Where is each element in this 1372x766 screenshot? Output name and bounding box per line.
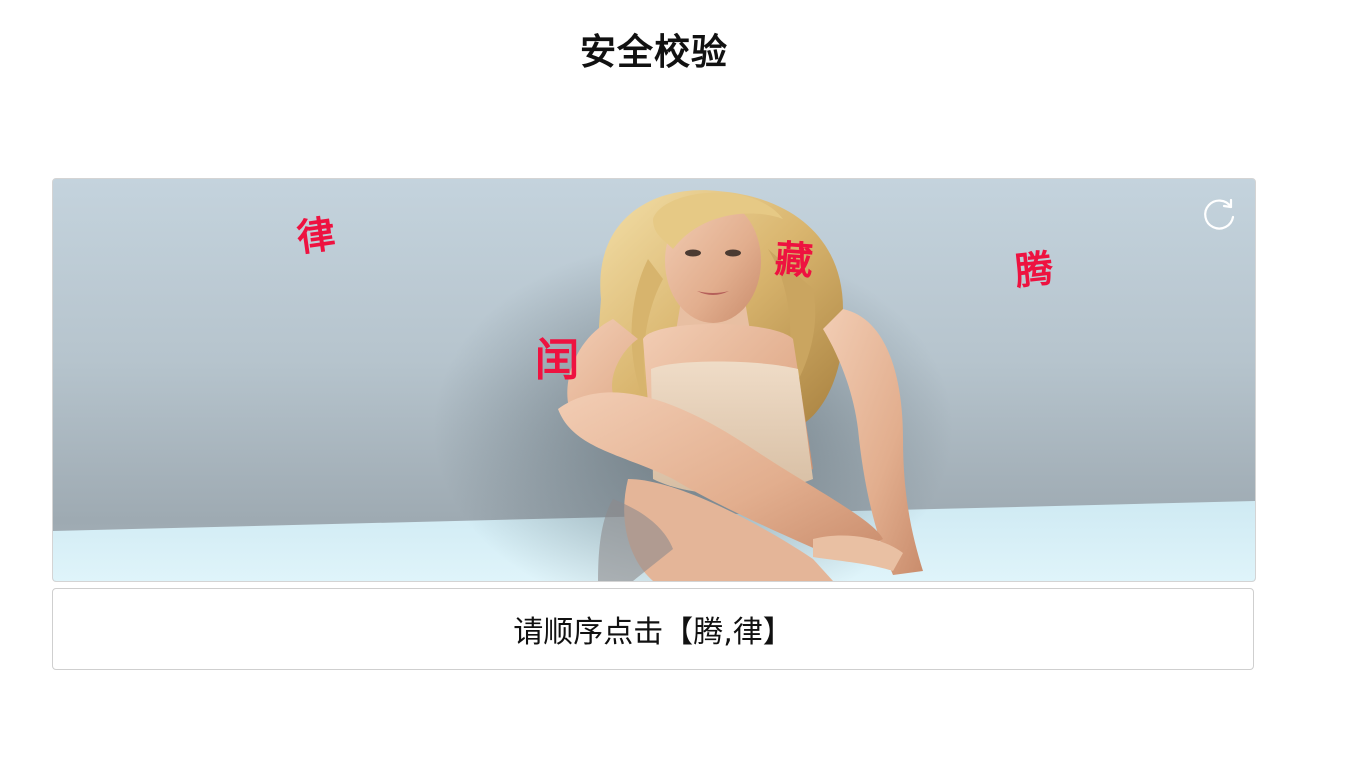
captcha-char[interactable]: 腾	[1013, 246, 1055, 294]
security-check-page: 安全校验 律 藏 腾 闰 请顺序点击 【 腾,律 】	[0, 0, 1372, 766]
page-title: 安全校验	[579, 32, 728, 73]
captcha-image[interactable]: 律 藏 腾 闰	[52, 178, 1256, 582]
captcha-background-photo	[53, 179, 1255, 581]
instruction-open-bracket: 【	[663, 615, 694, 650]
instruction-text: 请顺序点击	[513, 615, 664, 650]
instruction-targets: 腾,律	[693, 615, 763, 650]
captcha-char[interactable]: 律	[294, 212, 338, 261]
refresh-icon[interactable]	[1199, 195, 1239, 235]
instruction-close-bracket: 】	[762, 615, 793, 650]
captcha-char[interactable]: 闰	[535, 339, 579, 383]
instruction-bar: 请顺序点击 【 腾,律 】	[52, 588, 1254, 670]
captcha-char[interactable]: 藏	[774, 237, 815, 284]
